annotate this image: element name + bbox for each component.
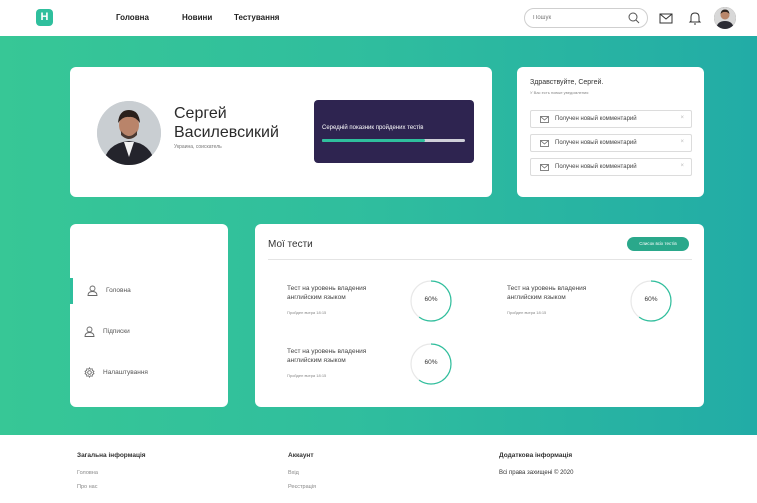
copyright-text: Всі права захищені © 2020 [499,470,574,476]
user-icon [87,285,98,296]
search-icon[interactable] [627,11,641,25]
test-date: Пройден вчера 18:15 [287,310,327,315]
close-icon[interactable]: × [680,163,684,169]
my-tests-title: Мої тести [268,239,313,250]
sidebar: Головна Підписки Налаштування [70,224,228,407]
sidebar-item-settings[interactable]: Налаштування [70,360,228,386]
user-icon [84,326,95,337]
footer-heading: Загальна інформація [77,452,146,459]
average-score-progress [322,139,465,142]
average-score-label: Середній показник пройдених тестів [322,125,424,131]
sidebar-item-subscriptions[interactable]: Підписки [70,319,228,345]
sidebar-item-label: Головна [106,287,131,294]
notifications-card: Здравствуйте, Сергей. У Вас есть новые у… [517,67,704,197]
average-score-progress-fill [322,139,425,142]
test-title: Тест на уровень владения английским язык… [287,348,367,364]
footer-link-login[interactable]: Вхід [288,470,316,476]
close-icon[interactable]: × [680,115,684,121]
footer-heading: Додаткова інформація [499,452,573,459]
test-percent: 60% [424,296,438,303]
test-item[interactable]: Тест на уровень владения английским язык… [287,280,477,334]
divider [268,259,692,260]
footer-link-home[interactable]: Головна [77,470,146,476]
mail-icon[interactable] [658,10,674,26]
envelope-icon [540,164,549,171]
sidebar-item-label: Налаштування [103,369,148,376]
search-box [524,8,648,28]
close-icon[interactable]: × [680,139,684,145]
test-item[interactable]: Тест на уровень владения английским язык… [507,280,697,334]
profile-avatar [97,101,161,165]
footer-general: Загальна інформація Головна Про нас [77,452,146,498]
envelope-icon [540,140,549,147]
notification-item[interactable]: Получен новый комментарий × [530,158,692,176]
notification-item[interactable]: Получен новый комментарий × [530,134,692,152]
greeting: Здравствуйте, Сергей. [530,79,604,86]
test-title: Тест на уровень владения английским язык… [287,285,367,301]
test-percent: 60% [424,359,438,366]
footer-heading: Аккаунт [288,452,314,459]
content-band: Сергей Василевсикий Украина, соискатель … [0,36,757,435]
footer-account: Аккаунт Вхід Реєстрація [288,452,316,498]
notification-text: Получен новый комментарий [555,164,637,170]
average-score-card[interactable]: Середній показник пройдених тестів [314,100,474,163]
gear-icon [84,367,95,378]
test-date: Пройден вчера 18:15 [507,310,547,315]
top-header: H Головна Новини Тестування [0,0,757,36]
profile-card: Сергей Василевсикий Украина, соискатель … [70,67,492,197]
profile-name: Сергей Василевсикий [174,105,279,141]
test-date: Пройден вчера 18:15 [287,373,327,378]
notification-text: Получен новый комментарий [555,140,637,146]
avatar[interactable] [714,7,736,29]
footer: Загальна інформація Головна Про нас Акка… [0,435,757,503]
bell-icon[interactable] [687,10,703,26]
nav-home[interactable]: Головна [116,13,149,22]
my-tests-card: Мої тести Список всіх тестів Тест на уро… [255,224,704,407]
notification-item[interactable]: Получен новый комментарий × [530,110,692,128]
greeting-subtext: У Вас есть новые уведомления [530,90,589,95]
sidebar-item-label: Підписки [103,328,130,335]
footer-link-about[interactable]: Про нас [77,484,146,490]
test-title: Тест на уровень владения английским язык… [507,285,587,301]
test-item[interactable]: Тест на уровень владения английским язык… [287,343,477,397]
envelope-icon [540,116,549,123]
profile-subtitle: Украина, соискатель [174,144,222,150]
search-input[interactable] [533,12,623,24]
nav-testing[interactable]: Тестування [234,13,279,22]
test-percent: 60% [644,296,658,303]
nav-news[interactable]: Новини [182,13,212,22]
sidebar-item-home[interactable]: Головна [70,278,228,304]
logo[interactable]: H [36,9,53,26]
footer-link-register[interactable]: Реєстрація [288,484,316,490]
notification-text: Получен новый комментарий [555,116,637,122]
all-tests-button[interactable]: Список всіх тестів [627,237,689,251]
footer-extra: Додаткова інформація Всі права захищені … [499,452,573,476]
